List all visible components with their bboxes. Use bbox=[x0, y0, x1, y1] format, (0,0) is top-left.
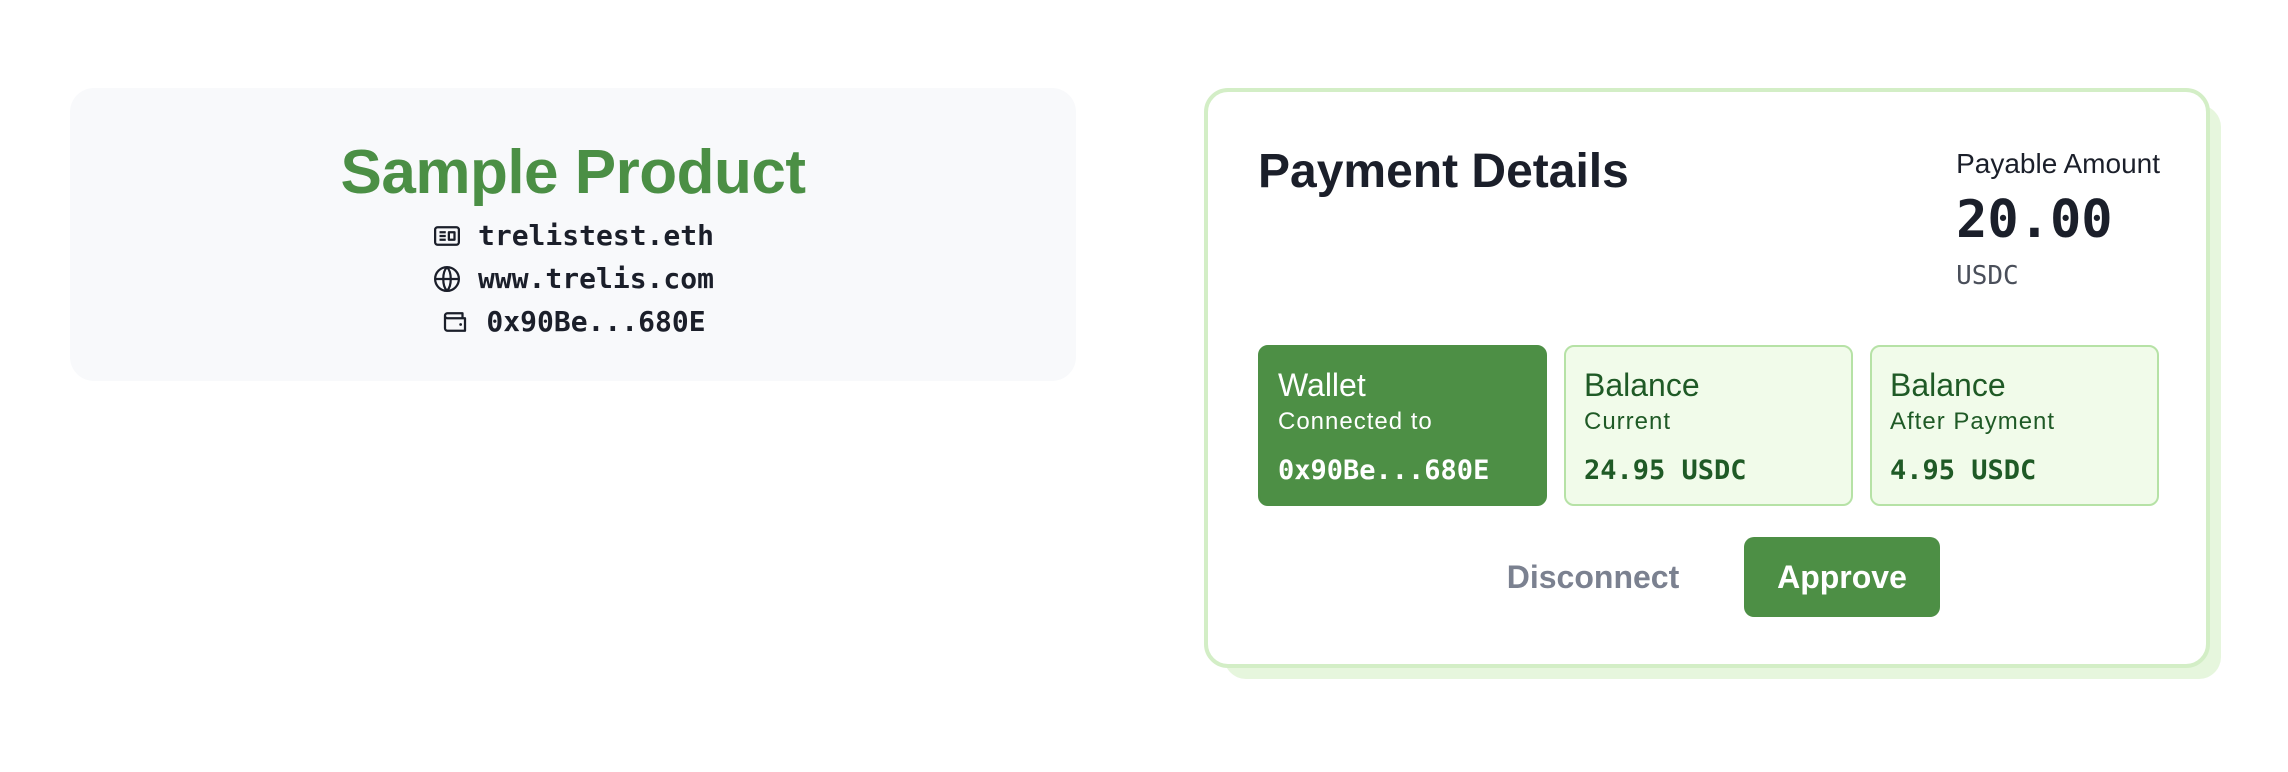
payable-amount-currency: USDC bbox=[1956, 261, 2019, 291]
wallet-tile-subtitle: Connected to bbox=[1278, 408, 1433, 435]
payable-amount-value: 20.00 bbox=[1956, 190, 2113, 250]
current-balance-value: 24.95 USDC bbox=[1584, 455, 1747, 486]
current-balance-tile: Balance Current 24.95 USDC bbox=[1564, 345, 1853, 506]
after-payment-balance-tile: Balance After Payment 4.95 USDC bbox=[1870, 345, 2159, 506]
globe-icon bbox=[432, 264, 462, 294]
product-ens-row: trelistest.eth bbox=[432, 214, 714, 257]
id-card-icon bbox=[432, 221, 462, 251]
current-balance-title: Balance bbox=[1584, 367, 1700, 403]
payable-amount-block: Payable Amount 20.00 USDC bbox=[1956, 146, 2160, 292]
current-balance-subtitle: Current bbox=[1584, 408, 1672, 435]
product-title: Sample Product bbox=[340, 138, 807, 207]
after-payment-balance-title: Balance bbox=[1890, 367, 2006, 403]
page: Sample Product trelistest.eth www.trelis… bbox=[0, 0, 2288, 772]
product-website-row[interactable]: www.trelis.com bbox=[432, 257, 714, 300]
payment-card: Payment Details Payable Amount 20.00 USD… bbox=[1204, 88, 2210, 668]
product-wallet-row: 0x90Be...680E bbox=[440, 300, 706, 343]
approve-button[interactable]: Approve bbox=[1744, 537, 1940, 617]
payment-actions: Disconnect Approve bbox=[1208, 537, 2206, 617]
product-meta-list: trelistest.eth www.trelis.com 0x90Be...6… bbox=[432, 214, 714, 343]
after-payment-balance-subtitle: After Payment bbox=[1890, 408, 2056, 435]
product-card: Sample Product trelistest.eth www.trelis… bbox=[70, 88, 1076, 381]
wallet-tile: Wallet Connected to 0x90Be...680E bbox=[1258, 345, 1547, 506]
product-website-link[interactable]: www.trelis.com bbox=[478, 262, 714, 295]
product-ens-text: trelistest.eth bbox=[477, 219, 714, 252]
wallet-tile-title: Wallet bbox=[1278, 367, 1366, 403]
wallet-icon bbox=[440, 307, 470, 337]
after-payment-balance-value: 4.95 USDC bbox=[1890, 455, 2037, 486]
disconnect-button[interactable]: Disconnect bbox=[1498, 537, 1688, 617]
wallet-tile-address: 0x90Be...680E bbox=[1278, 455, 1490, 486]
payment-title: Payment Details bbox=[1258, 145, 1629, 198]
payable-amount-label: Payable Amount bbox=[1956, 148, 2160, 179]
payment-tiles: Wallet Connected to 0x90Be...680E Balanc… bbox=[1258, 345, 2159, 506]
product-wallet-address: 0x90Be...680E bbox=[486, 305, 706, 338]
